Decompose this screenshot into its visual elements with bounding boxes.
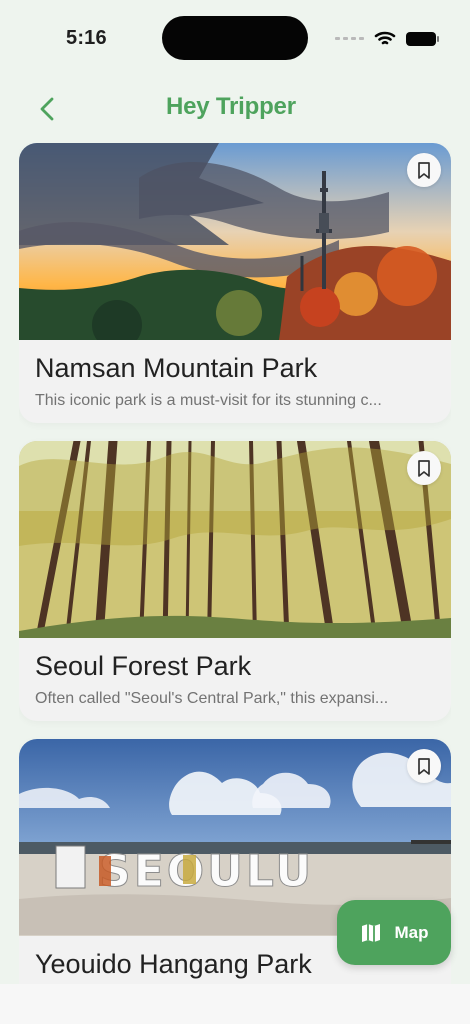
status-icons	[335, 30, 439, 47]
map-icon	[361, 923, 380, 942]
seoul-forest-image	[19, 441, 451, 638]
place-card-namsan[interactable]: Namsan Mountain Park This iconic park is…	[19, 143, 451, 423]
battery-icon	[406, 31, 439, 46]
namsan-image	[19, 143, 451, 340]
back-button[interactable]	[32, 94, 62, 124]
status-bar: 5:16	[0, 0, 470, 78]
map-button-label: Map	[394, 922, 429, 942]
app-title-text: Hey Tripper	[166, 93, 296, 120]
app-header: Hey Tripper	[0, 78, 470, 142]
place-title: Yeouido Hangang Park	[35, 949, 312, 979]
places-list[interactable]: Namsan Mountain Park This iconic park is…	[19, 143, 451, 984]
wifi-icon	[374, 31, 396, 45]
place-card-seoul-forest[interactable]: Seoul Forest Park Often called "Seoul's …	[19, 441, 451, 721]
app-logo-title: Hey Tripper	[166, 93, 296, 121]
bookmark-icon	[418, 459, 430, 477]
status-time: 5:16	[66, 27, 107, 49]
place-title: Seoul Forest Park	[35, 651, 252, 681]
bookmark-icon	[418, 161, 430, 179]
cellular-signal-icon	[335, 37, 364, 40]
bookmark-icon	[418, 757, 430, 775]
seoul-sign-text: SEOULU	[99, 846, 314, 897]
dynamic-island	[162, 16, 308, 60]
bottom-safe-area	[0, 984, 470, 1024]
bookmark-button[interactable]	[407, 451, 441, 485]
bookmark-button[interactable]	[407, 153, 441, 187]
place-description: Often called "Seoul's Central Park," thi…	[35, 690, 389, 707]
map-button[interactable]: Map	[337, 900, 451, 965]
chevron-left-icon	[40, 97, 54, 121]
bookmark-button[interactable]	[407, 749, 441, 783]
place-title: Namsan Mountain Park	[35, 353, 318, 383]
place-description: This iconic park is a must-visit for its…	[35, 392, 382, 409]
